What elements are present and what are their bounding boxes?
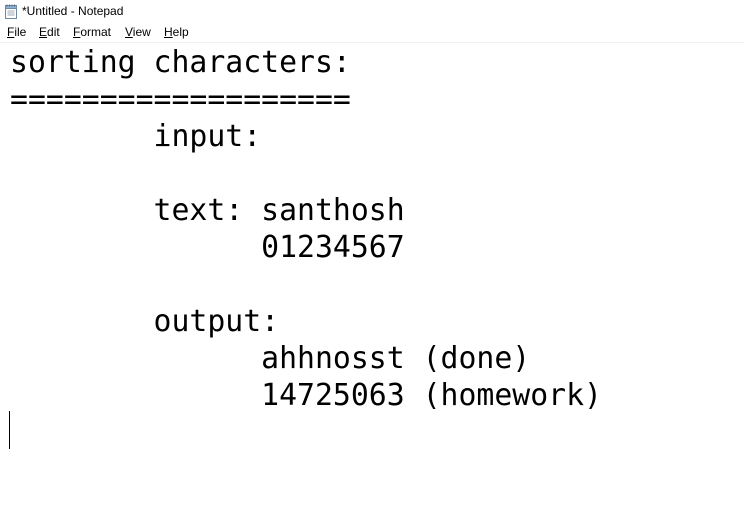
menu-file[interactable]: File	[7, 25, 26, 40]
menu-format[interactable]: Format	[73, 25, 111, 40]
title-bar[interactable]: *Untitled - Notepad	[0, 0, 744, 23]
text-editor-area[interactable]: sorting characters: =================== …	[0, 43, 744, 520]
menu-bar: File Edit Format View Help	[0, 23, 744, 43]
window-title: *Untitled - Notepad	[22, 4, 124, 18]
notepad-icon	[4, 4, 18, 19]
editor-line-9: ahhnosst (done)	[10, 341, 531, 376]
menu-view-accel: V	[125, 25, 133, 39]
editor-line-10: 14725063 (homework)	[10, 378, 602, 413]
editor-line-5: text: santhosh	[10, 193, 405, 228]
menu-file-label: ile	[14, 25, 27, 39]
editor-text: sorting characters: =================== …	[10, 44, 602, 414]
editor-line-1: sorting characters:	[10, 45, 351, 80]
menu-edit[interactable]: Edit	[39, 25, 60, 40]
menu-format-label: ormat	[80, 25, 112, 39]
editor-line-3: input:	[10, 119, 262, 154]
editor-line-2: ===================	[10, 82, 351, 117]
menu-view[interactable]: View	[125, 25, 151, 40]
menu-help[interactable]: Help	[164, 25, 189, 40]
editor-line-8: output:	[10, 304, 280, 339]
menu-help-accel: H	[164, 25, 173, 39]
menu-view-label: iew	[132, 25, 151, 39]
menu-help-label: elp	[172, 25, 189, 39]
menu-edit-accel: E	[39, 25, 48, 39]
editor-line-6: 01234567	[10, 230, 405, 265]
notepad-window: *Untitled - Notepad File Edit Format Vie…	[0, 0, 744, 520]
menu-edit-label: dit	[47, 25, 60, 39]
text-caret	[9, 411, 10, 449]
